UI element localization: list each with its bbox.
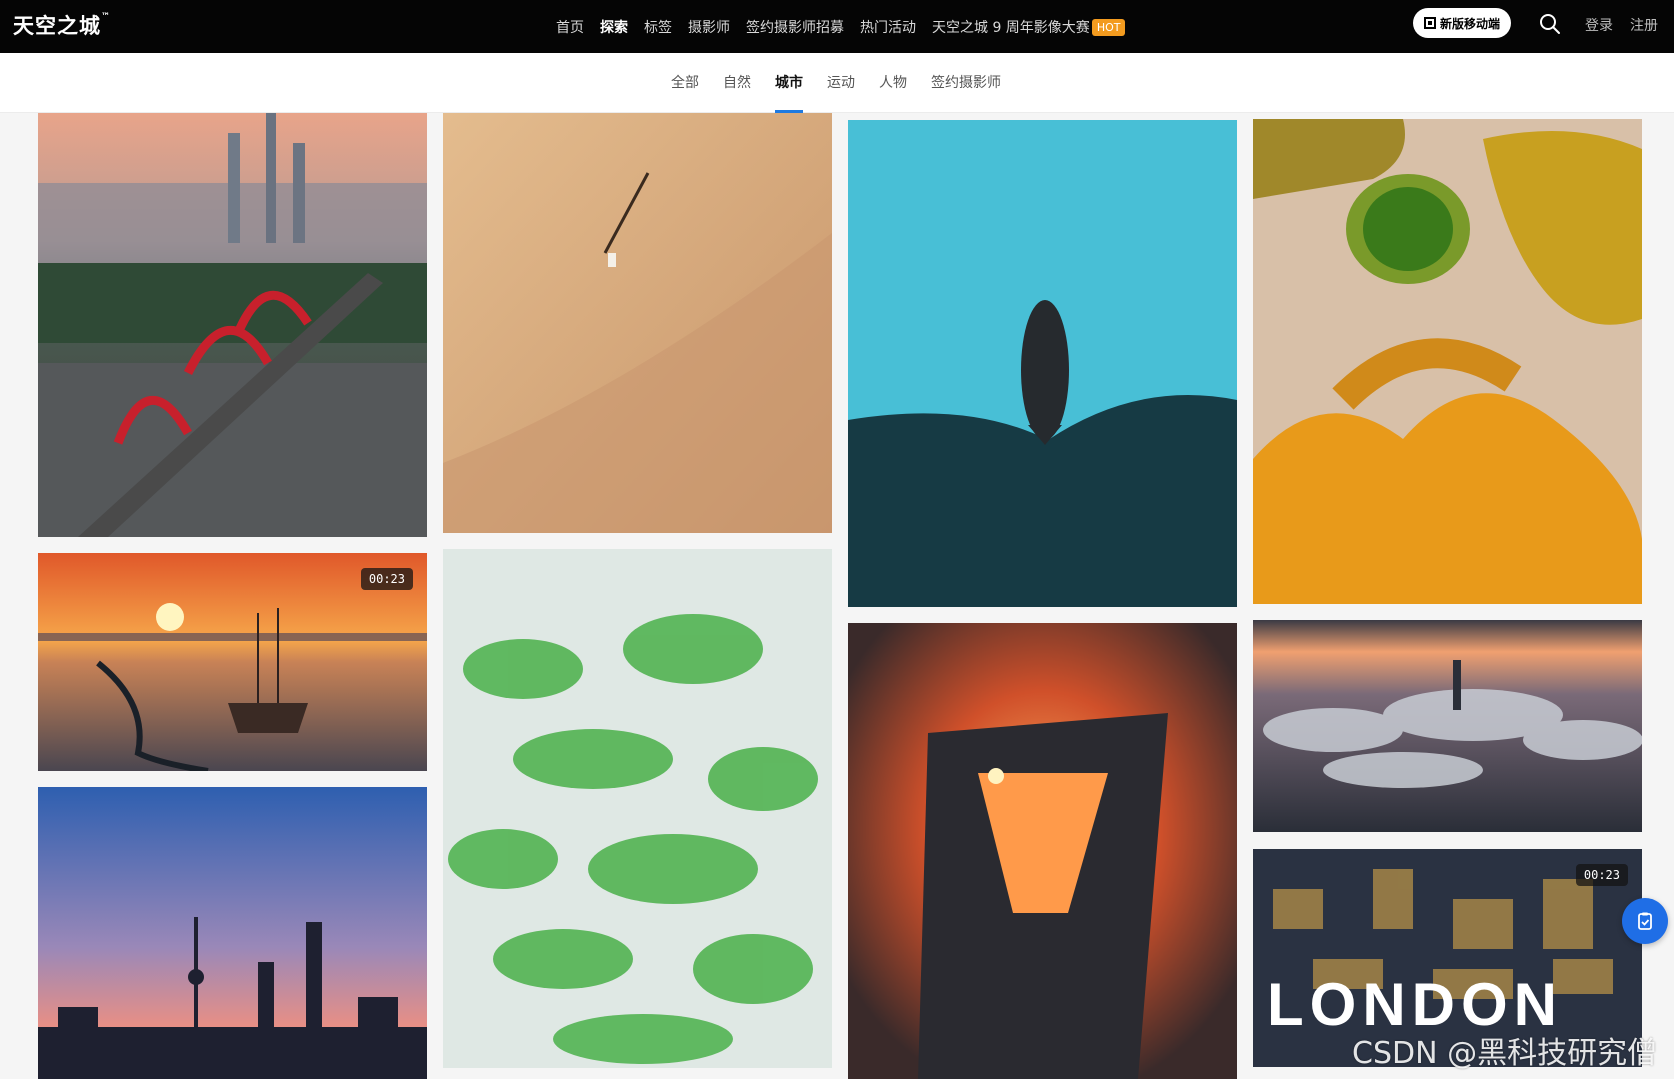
qrcode-icon bbox=[1423, 17, 1436, 29]
mobile-app-button[interactable]: 新版移动端 bbox=[1413, 8, 1511, 38]
watermark: CSDN @黑科技研究僧 bbox=[1352, 1036, 1658, 1071]
nav-tags[interactable]: 标签 bbox=[644, 17, 672, 37]
top-navbar: 天空之城™ 首页 探索 标签 摄影师 签约摄影师招募 热门活动 天空之城 9 周… bbox=[0, 0, 1674, 53]
tab-city[interactable]: 城市 bbox=[763, 53, 815, 113]
hot-badge: HOT bbox=[1091, 18, 1126, 36]
register-link[interactable]: 注册 bbox=[1630, 15, 1658, 35]
tab-signed-photographers[interactable]: 签约摄影师 bbox=[919, 53, 1013, 113]
category-bar: 全部 自然 城市 运动 人物 签约摄影师 bbox=[0, 53, 1674, 113]
photo-sunset-ship[interactable]: 00:23 bbox=[38, 553, 427, 771]
nav-home[interactable]: 首页 bbox=[556, 17, 584, 37]
video-duration-badge: 00:23 bbox=[1575, 864, 1628, 886]
nav-contest[interactable]: 天空之城 9 周年影像大赛 HOT bbox=[932, 17, 1126, 37]
main-nav: 首页 探索 标签 摄影师 签约摄影师招募 热门活动 天空之城 9 周年影像大赛 H… bbox=[556, 0, 1126, 53]
tab-all[interactable]: 全部 bbox=[659, 53, 711, 113]
login-link[interactable]: 登录 bbox=[1585, 15, 1613, 35]
photo-salt-lakes[interactable] bbox=[1253, 119, 1642, 604]
photo-green-wetland[interactable] bbox=[443, 549, 832, 1068]
photo-shanghai-skyline[interactable] bbox=[38, 787, 427, 1079]
photo-desert-beach[interactable] bbox=[443, 113, 832, 533]
mobile-app-label: 新版移动端 bbox=[1439, 16, 1500, 31]
search-icon[interactable] bbox=[1538, 12, 1562, 36]
photo-bridge-city[interactable] bbox=[38, 113, 427, 537]
nav-events[interactable]: 热门活动 bbox=[860, 17, 916, 37]
category-tabs: 全部 自然 城市 运动 人物 签约摄影师 bbox=[659, 53, 1013, 113]
photo-whale-ocean[interactable] bbox=[848, 120, 1237, 607]
nav-contest-label: 天空之城 9 周年影像大赛 bbox=[932, 19, 1090, 36]
photo-cloud-city[interactable] bbox=[1253, 620, 1642, 832]
tab-nature[interactable]: 自然 bbox=[711, 53, 763, 113]
nav-photographers[interactable]: 摄影师 bbox=[688, 17, 730, 37]
nav-explore[interactable]: 探索 bbox=[600, 17, 628, 37]
tab-sports[interactable]: 运动 bbox=[815, 53, 867, 113]
photo-sunset-tower[interactable] bbox=[848, 623, 1237, 1079]
feedback-icon[interactable] bbox=[1622, 898, 1668, 944]
nav-recruit[interactable]: 签约摄影师招募 bbox=[746, 17, 844, 37]
video-duration-badge: 00:23 bbox=[360, 568, 413, 590]
tab-people[interactable]: 人物 bbox=[867, 53, 919, 113]
site-logo[interactable]: 天空之城™ bbox=[13, 10, 111, 40]
